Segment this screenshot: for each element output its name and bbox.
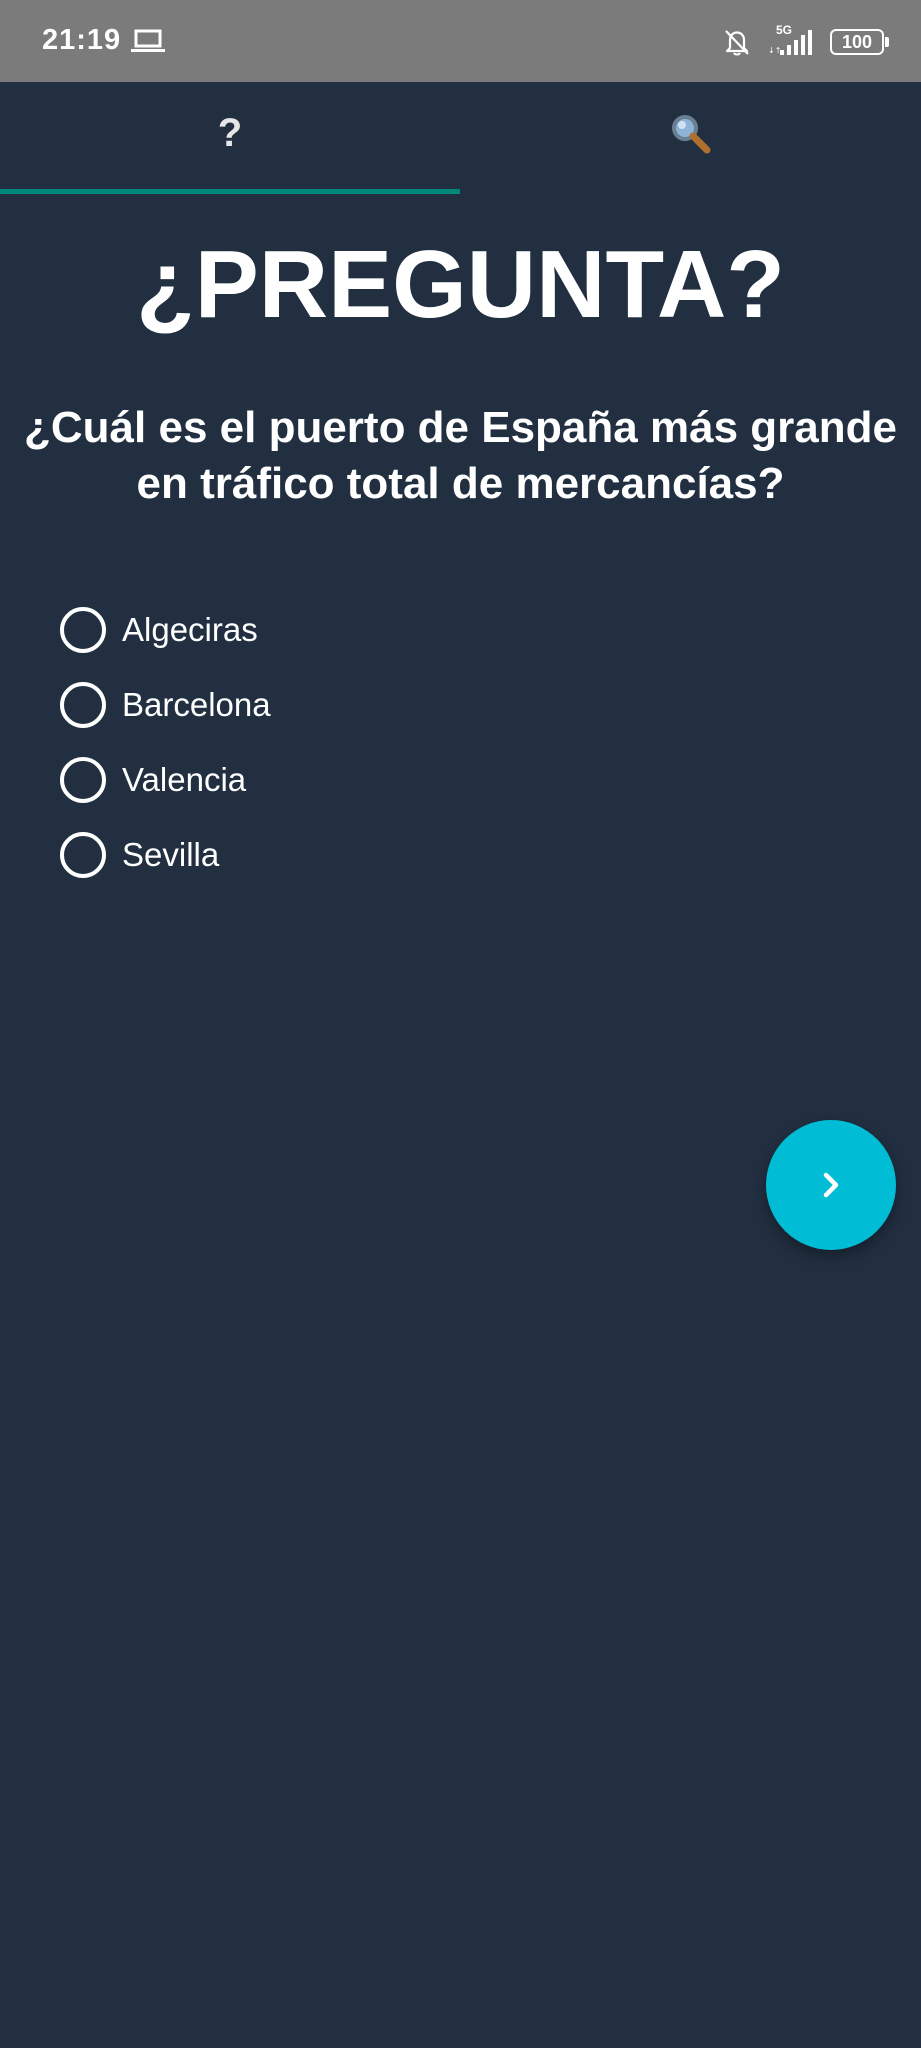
tab-question[interactable]: ? <box>0 82 460 195</box>
svg-text:↓↑: ↓↑ <box>768 46 781 55</box>
option-sevilla[interactable]: Sevilla <box>60 817 660 892</box>
option-label: Barcelona <box>122 685 271 723</box>
option-label: Sevilla <box>122 835 220 873</box>
signal-indicator: 5G ↓↑ <box>766 23 816 59</box>
question-mark-icon: ? <box>217 111 243 155</box>
next-button[interactable] <box>766 1120 896 1250</box>
option-valencia[interactable]: Valencia <box>60 742 660 817</box>
page-title: ¿PREGUNTA? <box>136 231 785 338</box>
radio-button[interactable] <box>60 681 106 728</box>
tab-search[interactable] <box>461 82 921 195</box>
status-icons: 5G ↓↑ 100 <box>722 22 889 62</box>
battery-icon: 100 <box>830 29 889 55</box>
tab-bar: ? <box>0 82 921 195</box>
option-label: Algeciras <box>122 610 258 648</box>
tab-selected-indicator <box>0 189 460 194</box>
question-text: ¿Cuál es el puerto de España más grande … <box>24 403 897 508</box>
chevron-right-icon <box>823 1172 839 1198</box>
status-time: 21:19 <box>42 24 122 56</box>
magnifier-icon <box>672 114 711 153</box>
signal-icon: ↓↑ <box>768 30 812 55</box>
bell-off-icon <box>725 30 749 56</box>
option-algeciras[interactable]: Algeciras <box>60 592 660 667</box>
laptop-icon <box>131 29 165 52</box>
radio-button[interactable] <box>60 831 106 878</box>
option-barcelona[interactable]: Barcelona <box>60 667 660 742</box>
radio-button[interactable] <box>60 756 106 803</box>
answer-options: Algeciras Barcelona Valencia Sevilla <box>60 592 660 892</box>
battery-level: 100 <box>841 32 873 52</box>
option-label: Valencia <box>122 760 247 798</box>
status-bar: 21:19 5G ↓↑ 100 <box>0 0 921 82</box>
radio-button[interactable] <box>60 606 106 653</box>
